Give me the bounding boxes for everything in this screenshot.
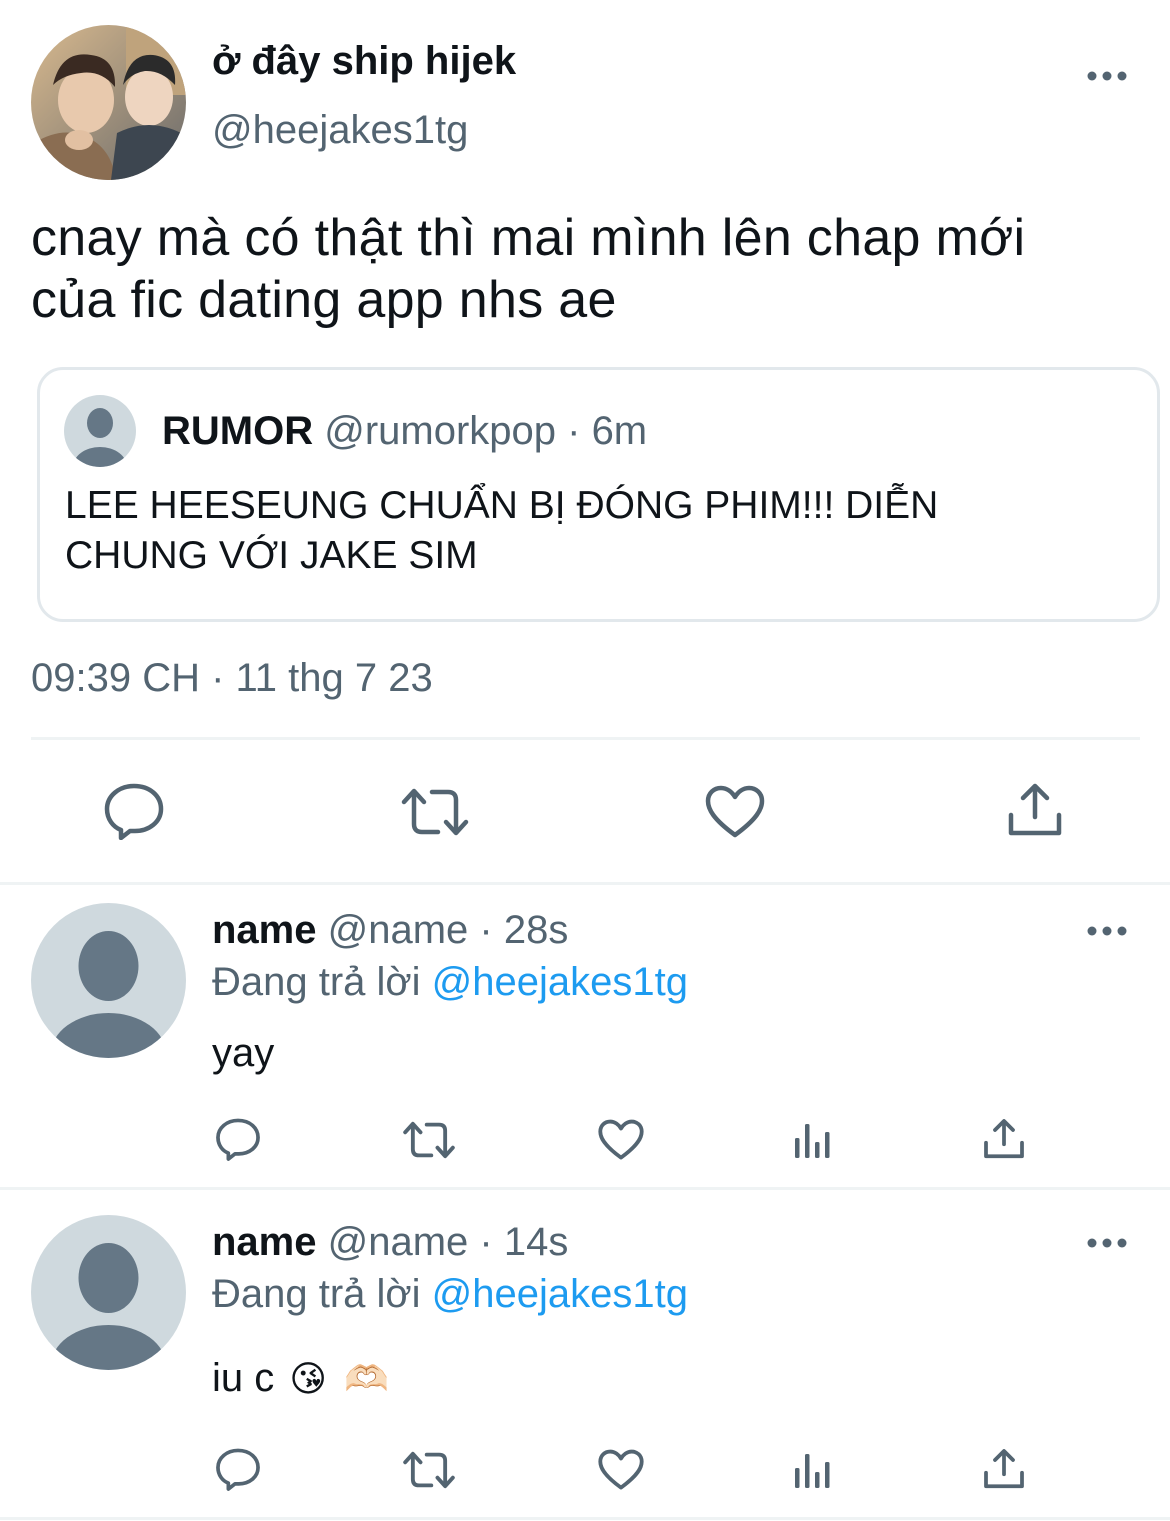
replying-to-handle-link[interactable]: @heejakes1tg (432, 960, 688, 1004)
quoted-tweet-card[interactable]: RUMOR @rumorkpop · 6m LEE HEESEUNG CHUẨN… (37, 367, 1160, 622)
more-horizontal-icon (1085, 62, 1129, 90)
heart-icon (705, 785, 765, 839)
kiss-emoji-icon: 😘 (289, 1358, 327, 1399)
quoted-header: RUMOR @rumorkpop · 6m (162, 408, 647, 454)
quoted-author-avatar[interactable] (64, 395, 136, 467)
share-button[interactable] (983, 1448, 1025, 1490)
like-button[interactable] (598, 1449, 644, 1491)
reply-text-body: iu c (212, 1356, 275, 1400)
author-handle[interactable]: @heejakes1tg (212, 107, 468, 153)
quoted-handle-time: @rumorkpop · 6m (324, 409, 648, 453)
share-icon (1007, 783, 1063, 837)
share-icon (983, 1118, 1025, 1160)
quoted-text-line-2: CHUNG VỚI JAKE SIM (65, 534, 478, 577)
reply-button[interactable] (103, 782, 165, 840)
reply-text: yay (212, 1031, 275, 1075)
analytics-icon (793, 1120, 833, 1160)
share-icon (983, 1448, 1025, 1490)
tweet-text-line-1: cnay mà có thật thì mai mình lên chap mớ… (31, 209, 1026, 267)
share-button[interactable] (983, 1118, 1025, 1160)
reply-header: name @name · 28s (212, 907, 568, 953)
replying-to-label: Đang trả lời (212, 1272, 421, 1316)
reply-icon (215, 1117, 261, 1161)
reply-header: name @name · 14s (212, 1219, 568, 1265)
replying-to-line: Đang trả lời @heejakes1tg (212, 959, 688, 1005)
quoted-text-line-1: LEE HEESEUNG CHUẨN BỊ ĐÓNG PHIM!!! DIỄN (65, 484, 939, 527)
retweet-button[interactable] (401, 1450, 457, 1490)
more-options-button[interactable] (1085, 1229, 1129, 1257)
analytics-icon (793, 1450, 833, 1490)
replying-to-label: Đang trả lời (212, 960, 421, 1004)
retweet-button[interactable] (401, 1120, 457, 1160)
share-button[interactable] (1007, 783, 1063, 837)
reply-icon (103, 782, 165, 840)
views-button[interactable] (793, 1450, 833, 1490)
divider (0, 1517, 1170, 1520)
reply-button[interactable] (215, 1117, 261, 1161)
replying-to-line: Đang trả lời @heejakes1tg (212, 1271, 688, 1317)
heart-icon (598, 1119, 644, 1161)
reply-author-name[interactable]: name (212, 1220, 317, 1264)
reply-author-name[interactable]: name (212, 908, 317, 952)
reply-avatar[interactable] (31, 1215, 186, 1370)
heart-hands-emoji-icon: 🫶🏻 (344, 1358, 389, 1399)
reply-handle-time: @name · 28s (327, 908, 569, 952)
retweet-button[interactable] (400, 786, 470, 838)
retweet-icon (401, 1450, 457, 1490)
tweet-text-line-2: của fic dating app nhs ae (31, 271, 617, 329)
reply-handle-time: @name · 14s (327, 1220, 569, 1264)
author-avatar[interactable] (31, 25, 186, 180)
reply-icon (215, 1447, 261, 1491)
divider (0, 1187, 1170, 1190)
retweet-icon (400, 786, 470, 838)
reply-button[interactable] (215, 1447, 261, 1491)
views-button[interactable] (793, 1120, 833, 1160)
reply-text: iu c 😘 🫶🏻 (212, 1355, 389, 1402)
tweet-timestamp[interactable]: 09:39 CH · 11 thg 7 23 (31, 655, 433, 701)
replying-to-handle-link[interactable]: @heejakes1tg (432, 1272, 688, 1316)
more-horizontal-icon (1085, 1229, 1129, 1257)
quoted-author-name[interactable]: RUMOR (162, 409, 313, 453)
more-horizontal-icon (1085, 917, 1129, 945)
divider (0, 882, 1170, 885)
retweet-icon (401, 1120, 457, 1160)
divider (31, 737, 1140, 740)
like-button[interactable] (705, 785, 765, 839)
reply-avatar[interactable] (31, 903, 186, 1058)
like-button[interactable] (598, 1119, 644, 1161)
heart-icon (598, 1449, 644, 1491)
more-options-button[interactable] (1085, 62, 1129, 90)
more-options-button[interactable] (1085, 917, 1129, 945)
author-display-name[interactable]: ở đây ship hijek (212, 38, 516, 84)
